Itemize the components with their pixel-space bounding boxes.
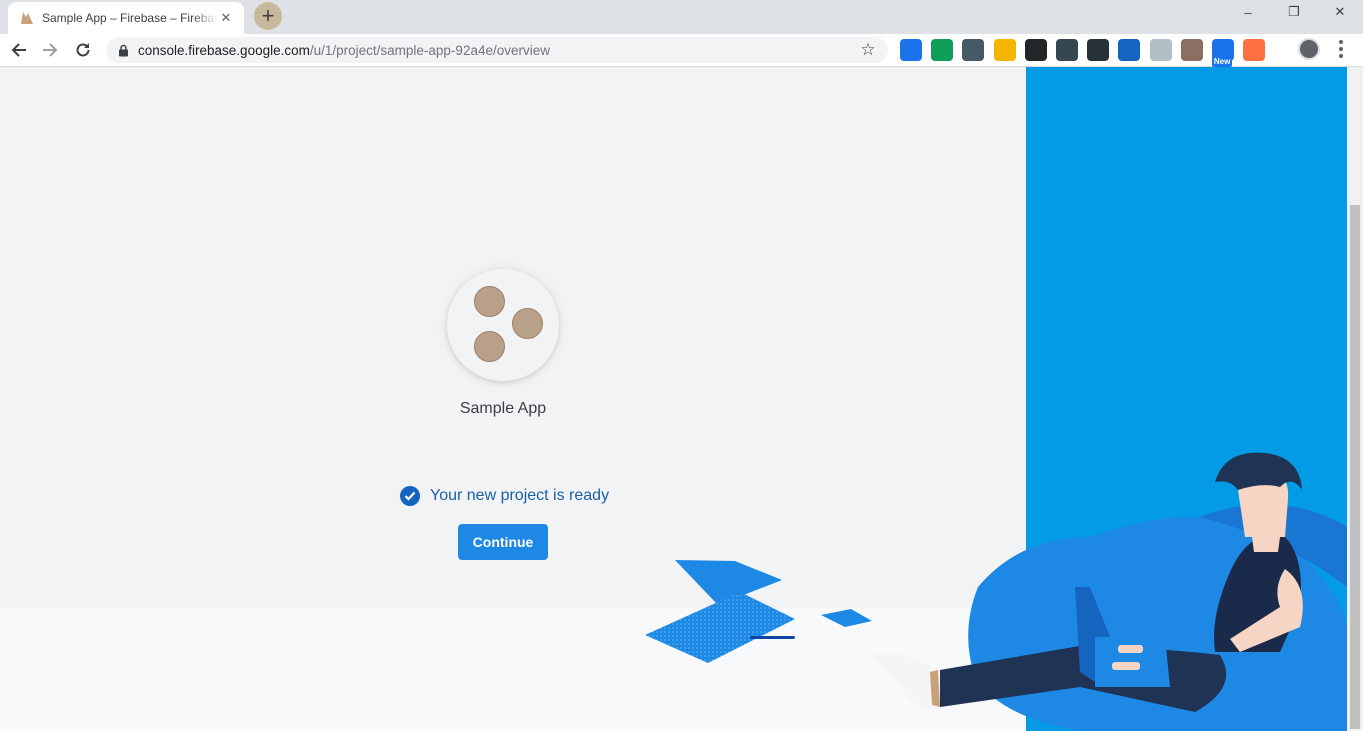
new-extension-icon[interactable]: New: [1211, 39, 1234, 67]
restore-button[interactable]: ❐: [1271, 0, 1317, 24]
close-window-button[interactable]: ✕: [1317, 0, 1363, 24]
translate-extension-icon[interactable]: [900, 39, 922, 61]
new-badge: New: [1211, 57, 1233, 67]
url-path: /u/1/project/sample-app-92a4e/overview: [309, 42, 550, 58]
tab-strip: Sample App – Firebase – Firebase console…: [0, 0, 1363, 34]
check-circle-icon: [400, 486, 420, 506]
continue-button[interactable]: Continue: [458, 524, 548, 560]
drive-extension-icon[interactable]: [931, 39, 954, 61]
firefox-extension-icon[interactable]: [1243, 39, 1266, 61]
mail-extension-icon[interactable]: [993, 39, 1016, 61]
address-bar[interactable]: console.firebase.google.com/u/1/project/…: [106, 37, 888, 63]
tab-title: Sample App – Firebase – Firebase console: [42, 11, 218, 25]
close-tab-icon[interactable]: ✕: [218, 10, 234, 26]
browser-tab[interactable]: Sample App – Firebase – Firebase console…: [8, 2, 244, 34]
avatar-dot: [474, 331, 505, 362]
avatar-dot: [512, 308, 543, 339]
bookmark-star-icon[interactable]: ☆: [858, 40, 878, 60]
forward-arrow-icon: [43, 43, 58, 57]
project-avatar: [447, 269, 559, 381]
discord-extension-icon[interactable]: [1024, 39, 1047, 61]
url-host: console.firebase.google.com: [138, 42, 310, 58]
reload-button[interactable]: [71, 38, 95, 62]
extensions-area: New: [900, 39, 1274, 67]
project-name: Sample App: [459, 400, 547, 417]
page-viewport: Sample App Your new project is ready Con…: [0, 67, 1347, 731]
developer-illustration: [645, 452, 1347, 731]
download-extension-icon[interactable]: [1087, 39, 1110, 61]
status-text: Your new project is ready: [430, 487, 610, 504]
vertical-scrollbar[interactable]: [1347, 67, 1363, 731]
avatar-dot: [474, 286, 505, 317]
browser-toolbar: console.firebase.google.com/u/1/project/…: [0, 34, 1363, 67]
lock-icon: [116, 43, 130, 57]
profile-avatar[interactable]: [1298, 38, 1320, 60]
new-tab-button[interactable]: +: [254, 2, 282, 30]
scrollbar-thumb[interactable]: [1350, 205, 1360, 729]
minimize-button[interactable]: –: [1225, 0, 1271, 24]
back-button[interactable]: [7, 38, 31, 62]
status-row: Your new project is ready: [400, 485, 609, 507]
notes-extension-icon[interactable]: [962, 39, 985, 61]
url-text: console.firebase.google.com/u/1/project/…: [138, 43, 858, 58]
reload-icon: [76, 43, 90, 57]
forward-button[interactable]: [38, 38, 62, 62]
paint-extension-icon[interactable]: [1055, 39, 1078, 61]
cat-extension-icon[interactable]: [1180, 39, 1203, 61]
angular-extension-icon[interactable]: [1149, 39, 1172, 61]
firebase-favicon-icon: [20, 10, 34, 26]
back-arrow-icon: [11, 43, 26, 57]
browser-menu-icon[interactable]: [1332, 38, 1350, 60]
pin-extension-icon[interactable]: [1118, 39, 1141, 61]
